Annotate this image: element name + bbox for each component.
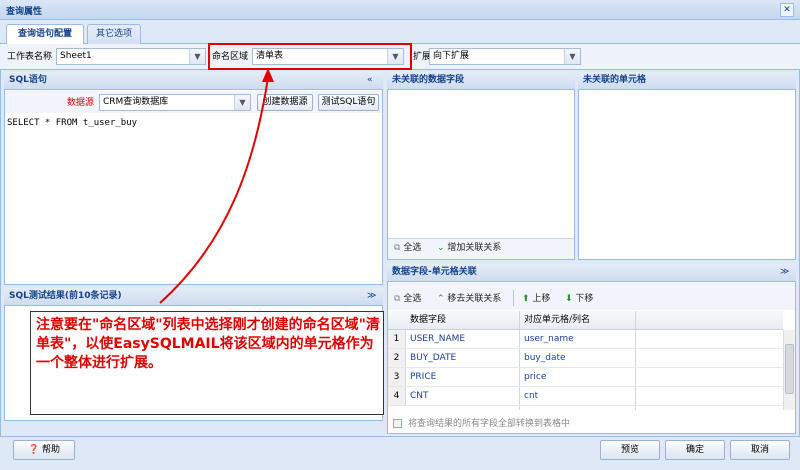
annotation-arrow [159,68,274,304]
